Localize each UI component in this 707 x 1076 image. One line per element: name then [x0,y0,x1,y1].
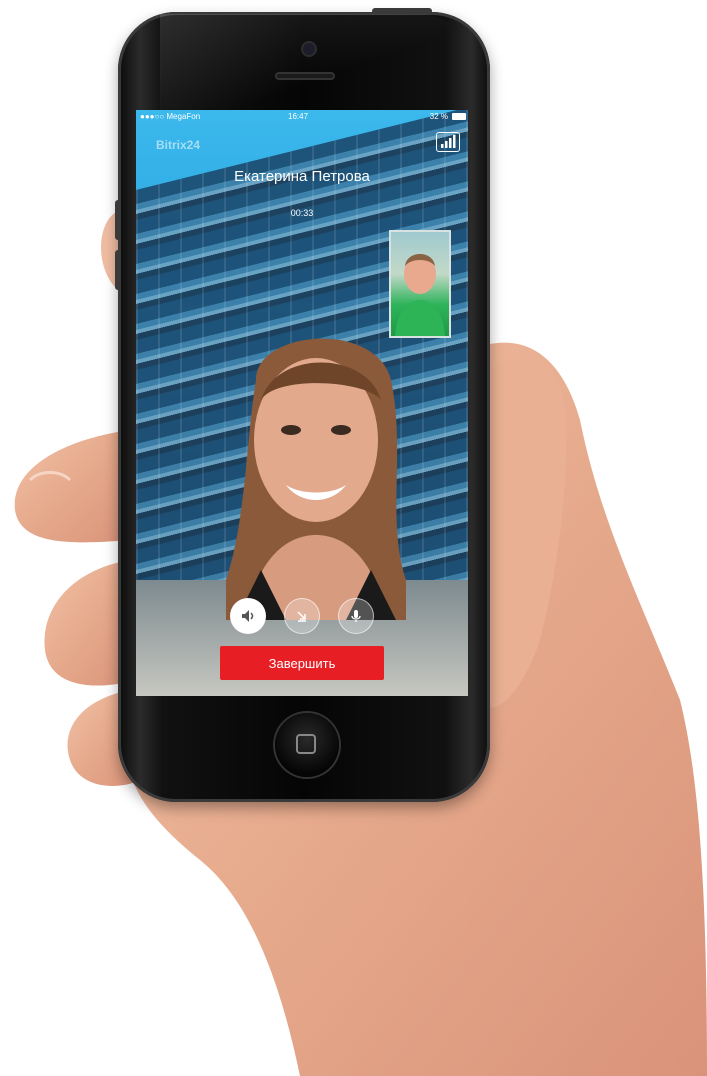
volume-down-button [115,250,121,290]
speaker-icon [242,610,254,622]
signal-bars-icon [441,135,456,148]
video-call-screen: ●●●○○ MegaFon 16:47 32 % Bitrix24 Екатер… [136,110,468,696]
remote-video-person [226,338,406,620]
battery-icon [452,113,466,120]
front-camera-icon [303,43,315,55]
minimize-button[interactable] [284,598,320,634]
minimize-icon [297,611,306,622]
status-bar: ●●●○○ MegaFon 16:47 32 % [136,110,468,124]
volume-up-button [115,200,121,240]
end-call-button[interactable]: Завершить [220,646,384,680]
carrier-label: ●●●○○ MegaFon [140,112,201,121]
speaker-button[interactable] [230,598,266,634]
home-square-icon [296,734,316,754]
glass-reflection [160,14,470,110]
call-timer: 00:33 [290,208,314,218]
earpiece-speaker [275,72,335,80]
self-video-person [395,254,445,336]
app-logo: Bitrix24 [156,138,201,152]
microphone-button[interactable] [338,598,374,634]
microphone-icon [351,610,361,622]
battery-label: 32 % [429,112,448,121]
clock-label: 16:47 [288,112,309,121]
signal-quality-button[interactable] [436,132,460,152]
caller-name: Екатерина Петрова [234,168,370,185]
self-video-preview[interactable] [389,230,451,338]
